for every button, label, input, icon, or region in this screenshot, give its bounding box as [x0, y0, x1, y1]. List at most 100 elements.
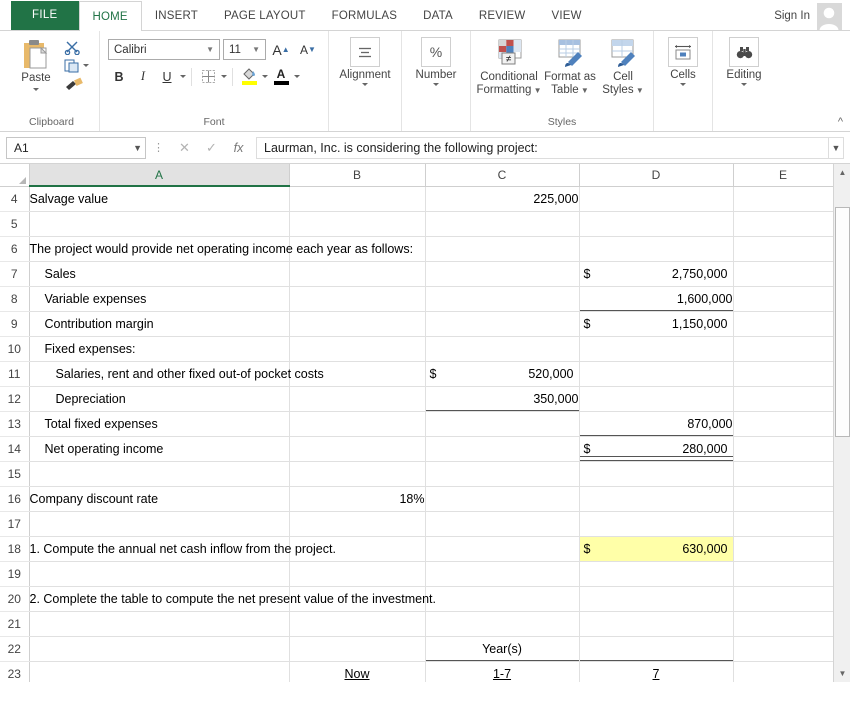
- name-box-caret-icon[interactable]: ▼: [133, 143, 142, 153]
- cell-E11[interactable]: [733, 361, 833, 386]
- cell-A19[interactable]: [29, 561, 289, 586]
- cell-C9[interactable]: [425, 311, 579, 336]
- cell-B8[interactable]: [289, 286, 425, 311]
- cell-C10[interactable]: [425, 336, 579, 361]
- cell-A13[interactable]: Total fixed expenses: [29, 411, 289, 436]
- editing-dropdown-caret[interactable]: [741, 83, 747, 86]
- cell-B16[interactable]: 18%: [289, 486, 425, 511]
- font-name-combo[interactable]: Calibri ▼: [108, 39, 220, 60]
- conditional-formatting-button[interactable]: ≠ Conditional Formatting ▼: [476, 34, 542, 97]
- row-header[interactable]: 17: [0, 511, 29, 536]
- cell-E20[interactable]: [733, 586, 833, 611]
- cell-D16[interactable]: [579, 486, 733, 511]
- row-header[interactable]: 9: [0, 311, 29, 336]
- cell-E5[interactable]: [733, 211, 833, 236]
- cell-C19[interactable]: [425, 561, 579, 586]
- italic-button[interactable]: I: [132, 66, 154, 87]
- cell-D23[interactable]: 7: [579, 661, 733, 682]
- cells-button[interactable]: Cells: [659, 34, 707, 86]
- cell-B10[interactable]: [289, 336, 425, 361]
- cell-B20[interactable]: [289, 586, 425, 611]
- tab-review[interactable]: REVIEW: [466, 1, 539, 30]
- cell-D13[interactable]: 870,000: [579, 411, 733, 436]
- number-button[interactable]: % Number: [407, 34, 465, 86]
- cell-C14[interactable]: [425, 436, 579, 461]
- scroll-up-icon[interactable]: ▲: [834, 164, 850, 181]
- tab-file[interactable]: FILE: [11, 1, 79, 30]
- cell-A18[interactable]: 1. Compute the annual net cash inflow fr…: [29, 536, 289, 561]
- insert-function-icon[interactable]: fx: [225, 137, 252, 159]
- row-header[interactable]: 10: [0, 336, 29, 361]
- font-name-caret[interactable]: ▼: [203, 45, 217, 54]
- underline-dropdown-caret[interactable]: [180, 75, 186, 78]
- cell-D19[interactable]: [579, 561, 733, 586]
- cell-C13[interactable]: [425, 411, 579, 436]
- cell-E9[interactable]: [733, 311, 833, 336]
- cell-A21[interactable]: [29, 611, 289, 636]
- cell-E18[interactable]: [733, 536, 833, 561]
- cell-A23[interactable]: [29, 661, 289, 682]
- cell-D11[interactable]: [579, 361, 733, 386]
- row-header[interactable]: 8: [0, 286, 29, 311]
- cell-A9[interactable]: Contribution margin: [29, 311, 289, 336]
- font-color-dropdown-caret[interactable]: [294, 75, 300, 78]
- row-header[interactable]: 6: [0, 236, 29, 261]
- tab-view[interactable]: VIEW: [538, 1, 594, 30]
- cell-A20[interactable]: 2. Complete the table to compute the net…: [29, 586, 289, 611]
- cell-D14[interactable]: $280,000: [579, 436, 733, 461]
- cell-D5[interactable]: [579, 211, 733, 236]
- cell-B21[interactable]: [289, 611, 425, 636]
- number-dropdown-caret[interactable]: [433, 83, 439, 86]
- alignment-button[interactable]: Alignment: [334, 34, 396, 86]
- underline-button[interactable]: U: [156, 66, 178, 87]
- alignment-dropdown-caret[interactable]: [362, 83, 368, 86]
- cell-B23[interactable]: Now: [289, 661, 425, 682]
- cell-A4[interactable]: Salvage value: [29, 186, 289, 211]
- cell-A22[interactable]: [29, 636, 289, 661]
- cell-B12[interactable]: [289, 386, 425, 411]
- borders-button[interactable]: [197, 66, 219, 87]
- sign-in-link[interactable]: Sign In: [774, 10, 810, 22]
- cell-E16[interactable]: [733, 486, 833, 511]
- cell-B14[interactable]: [289, 436, 425, 461]
- cell-B13[interactable]: [289, 411, 425, 436]
- column-header-e[interactable]: E: [733, 164, 833, 186]
- cell-C15[interactable]: [425, 461, 579, 486]
- cell-A11[interactable]: Salaries, rent and other fixed out-of po…: [29, 361, 289, 386]
- fill-color-button[interactable]: [238, 66, 260, 87]
- cell-D10[interactable]: [579, 336, 733, 361]
- cell-B18[interactable]: [289, 536, 425, 561]
- cell-A6[interactable]: The project would provide net operating …: [29, 236, 289, 261]
- copy-dropdown-caret[interactable]: [83, 64, 89, 67]
- increase-font-size-button[interactable]: A▲: [269, 39, 293, 60]
- cell-E14[interactable]: [733, 436, 833, 461]
- paste-button[interactable]: Paste: [9, 34, 63, 91]
- cell-E8[interactable]: [733, 286, 833, 311]
- row-header[interactable]: 22: [0, 636, 29, 661]
- row-header[interactable]: 19: [0, 561, 29, 586]
- tab-home[interactable]: HOME: [79, 1, 142, 31]
- cell-A15[interactable]: [29, 461, 289, 486]
- cell-E13[interactable]: [733, 411, 833, 436]
- row-header[interactable]: 12: [0, 386, 29, 411]
- cell-C18[interactable]: [425, 536, 579, 561]
- cell-D12[interactable]: [579, 386, 733, 411]
- column-header-c[interactable]: C: [425, 164, 579, 186]
- font-size-combo[interactable]: 11 ▼: [223, 39, 266, 60]
- row-header[interactable]: 23: [0, 661, 29, 682]
- row-header[interactable]: 20: [0, 586, 29, 611]
- cell-D20[interactable]: [579, 586, 733, 611]
- row-header[interactable]: 11: [0, 361, 29, 386]
- cell-C12[interactable]: 350,000: [425, 386, 579, 411]
- font-size-caret[interactable]: ▼: [249, 45, 263, 54]
- cell-B7[interactable]: [289, 261, 425, 286]
- cell-D21[interactable]: [579, 611, 733, 636]
- expand-formula-bar-icon[interactable]: ▼: [828, 137, 844, 159]
- select-all-corner[interactable]: [0, 164, 29, 186]
- cell-C5[interactable]: [425, 211, 579, 236]
- cell-A10[interactable]: Fixed expenses:: [29, 336, 289, 361]
- cell-B4[interactable]: [289, 186, 425, 211]
- vertical-scrollbar[interactable]: ▲ ▼: [833, 164, 850, 682]
- cell-D4[interactable]: [579, 186, 733, 211]
- cell-A8[interactable]: Variable expenses: [29, 286, 289, 311]
